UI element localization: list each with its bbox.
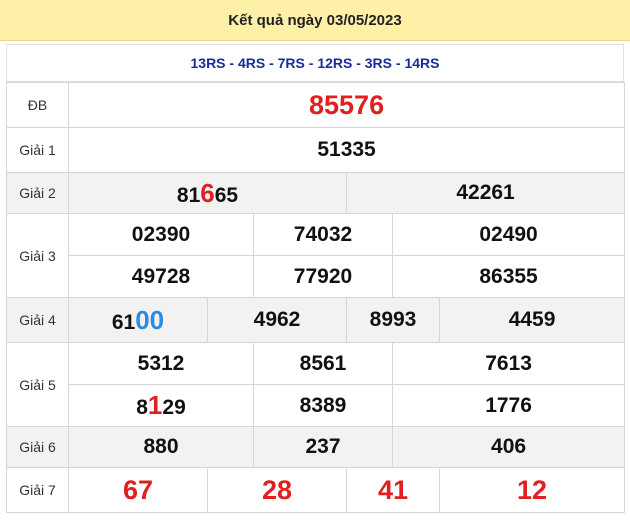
results-page: Kết quả ngày 03/05/2023 13RS - 4RS - 7RS… [0,0,630,528]
prize-4-value-2: 4962 [207,297,347,343]
prize-5-value-5: 8389 [253,384,393,427]
prize-3-value-2: 74032 [253,213,393,256]
label-prize-5: Giải 5 [6,342,69,427]
row-prize-5b: 8129 8389 1776 [7,384,626,427]
ticket-codes: 13RS - 4RS - 7RS - 12RS - 3RS - 14RS [6,44,624,82]
row-special: ĐB 85576 [6,82,626,128]
prize-5-value-4-pre: 8 [136,396,148,419]
prize-2-value-2: 42261 [345,172,626,214]
row-prize-6: Giải 6 880 237 406 [6,426,626,468]
prize-4-value-1: 6100 [68,297,208,343]
prize-5-value-6: 1776 [391,384,626,427]
label-prize-7: Giải 7 [6,467,69,513]
prize-5-value-2: 8561 [253,342,393,385]
prize-4-value-1-pre: 61 [111,310,136,334]
row-prize-4: Giải 4 6100 4962 8993 4459 [6,297,626,343]
row-prize-3b: 49728 77920 86355 [7,255,626,298]
label-prize-1: Giải 1 [6,127,69,173]
prize-2-value-1-post: 65 [214,183,239,207]
row-prize-3a: Giải 3 02390 74032 02490 [6,213,626,298]
prize-4-value-3: 8993 [346,297,440,343]
label-special: ĐB [6,82,69,128]
prize-2-value-1: 81665 [68,172,347,214]
prize-3-value-1: 02390 [68,213,254,256]
row-prize-7: Giải 7 67 28 41 12 [6,467,626,513]
prize-2-value-1-pre: 81 [176,183,201,207]
prize-7-value-4: 12 [438,467,626,513]
prize-4-value-1-highlight: 00 [135,304,165,335]
prize-5-value-3: 7613 [391,342,626,385]
prize-4-value-4: 4459 [438,297,626,343]
page-title: Kết quả ngày 03/05/2023 [0,0,630,41]
prize-3-value-6: 86355 [391,255,626,298]
prize-3-value-4: 49728 [68,255,254,298]
prize-6-value-1: 880 [68,426,254,468]
prize-2-value-1-highlight: 6 [200,177,215,208]
prize-6-value-2: 237 [253,426,393,468]
label-prize-4: Giải 4 [6,297,69,343]
label-prize-2: Giải 2 [6,172,69,214]
prize-5-value-4-highlight: 1 [147,390,163,420]
prize-3-value-3: 02490 [391,213,626,256]
special-prize-value: 85576 [67,82,626,128]
row-prize-1: Giải 1 51335 [6,127,626,173]
prize-7-value-1: 67 [68,467,208,513]
results-table: ĐB 85576 Giải 1 51335 Giải 2 81665 42261… [6,82,626,513]
prize-6-value-3: 406 [391,426,626,468]
prize-7-value-2: 28 [207,467,347,513]
prize-5-value-4-post: 29 [162,396,186,419]
label-prize-6: Giải 6 [6,426,69,468]
prize-3-value-5: 77920 [253,255,393,298]
row-prize-5a: Giải 5 5312 8561 7613 [6,342,626,427]
prize-7-value-3: 41 [346,467,440,513]
prize-5-value-1: 5312 [68,342,254,385]
label-prize-3: Giải 3 [6,213,69,298]
prize-5-value-4: 8129 [68,384,254,427]
prize-1-value: 51335 [67,127,626,173]
row-prize-2: Giải 2 81665 42261 [6,172,626,214]
